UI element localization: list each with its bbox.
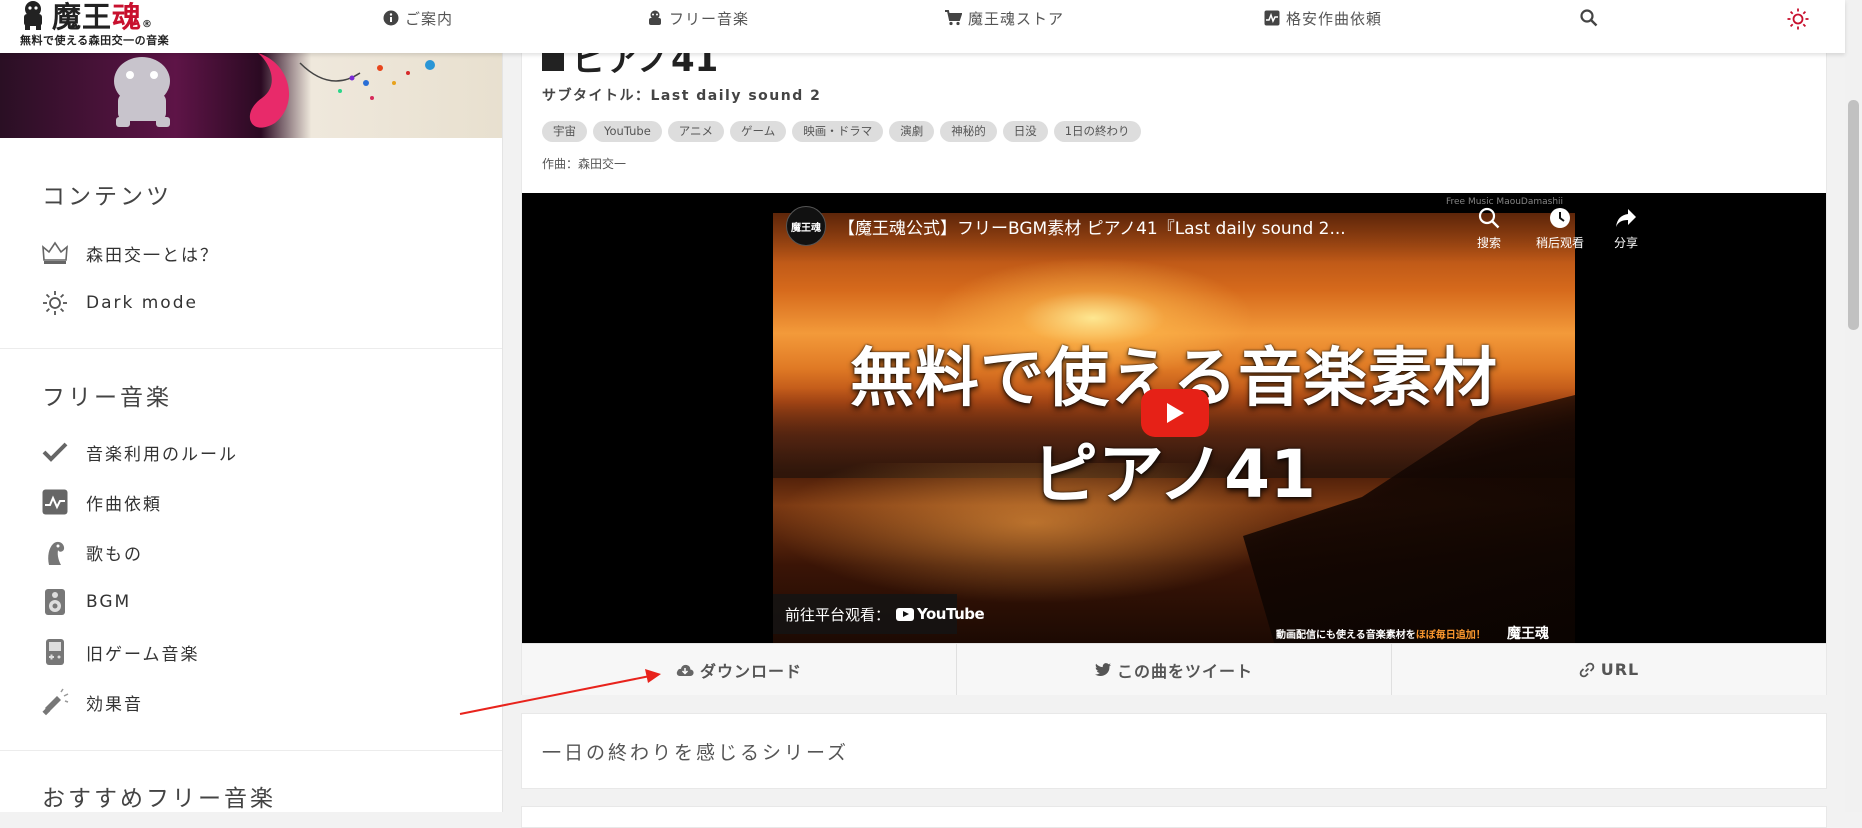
- sidebar-item-label: 旧ゲーム音楽: [86, 644, 200, 665]
- sidebar-item-label: 森田交一とは？: [86, 245, 219, 266]
- sidebar-item-usage-rules[interactable]: 音楽利用のルール: [40, 438, 238, 466]
- youtube-logo: YouTube: [896, 605, 985, 623]
- tag-list: 宇宙 YouTube アニメ ゲーム 映画・ドラマ 演劇 神秘的 日没 1日の終…: [542, 121, 1141, 142]
- sidebar-item-composition-request[interactable]: 作曲依頼: [40, 488, 162, 516]
- waveform-icon: [40, 488, 70, 516]
- nav-item-guide[interactable]: ご案内: [383, 8, 453, 28]
- sidebar-item-vocal-songs[interactable]: 歌もの: [40, 538, 143, 566]
- search-icon[interactable]: [1580, 9, 1598, 27]
- singer-icon: [40, 538, 70, 566]
- logo-character-icon: [24, 1, 42, 30]
- hero-illustration: [114, 53, 435, 128]
- sidebar-item-bgm[interactable]: BGM: [40, 588, 131, 616]
- video-watermark: Free Music MaouDamashii: [1446, 197, 1564, 207]
- video-watch-later-button[interactable]: 稍后观看: [1530, 207, 1590, 251]
- nav-item-label: フリー音楽: [669, 9, 750, 28]
- speaker-icon: [40, 588, 70, 616]
- sidebar-item-label: 効果音: [86, 694, 143, 715]
- twitter-icon: [1094, 662, 1111, 676]
- nav-item-free-music[interactable]: フリー音楽: [647, 8, 749, 28]
- logo-subtitle: 無料で使える森田交一の音楽: [20, 34, 170, 47]
- waveform-icon: [1264, 10, 1280, 26]
- sidebar-section-title-free-music: フリー音楽: [42, 385, 172, 411]
- sidebar-divider: [0, 750, 502, 751]
- channel-avatar[interactable]: 魔王魂: [786, 206, 826, 246]
- tag[interactable]: 演劇: [889, 121, 935, 142]
- megaphone-icon: [40, 688, 70, 716]
- composer-credit: 作曲：森田交一: [542, 157, 627, 171]
- sidebar-item-label: Dark mode: [86, 293, 198, 313]
- robot-icon: [649, 10, 661, 25]
- page-scrollbar-thumb[interactable]: [1848, 100, 1859, 330]
- thumbnail-brand: 魔王魂: [1507, 626, 1549, 642]
- sidebar-item-label: 音楽利用のルール: [86, 444, 238, 465]
- video-share-button[interactable]: 分享: [1596, 207, 1656, 251]
- copy-url-button[interactable]: URL: [1392, 644, 1826, 695]
- nav-item-label: 魔王魂ストア: [968, 9, 1065, 28]
- tweet-label: この曲をツイート: [1116, 661, 1253, 681]
- logo-title: 魔王魂®: [52, 0, 154, 34]
- nav-item-store[interactable]: 魔王魂ストア: [945, 8, 1064, 28]
- tag[interactable]: 宇宙: [542, 121, 587, 142]
- watch-on-label: 前往平台观看：: [785, 605, 891, 624]
- sidebar-item-label: BGM: [86, 592, 132, 612]
- url-label: URL: [1600, 660, 1640, 679]
- video-search-button[interactable]: 搜索: [1459, 207, 1519, 251]
- download-button[interactable]: ダウンロード: [522, 644, 957, 695]
- youtube-embed[interactable]: 無料で使える音楽素材 ピアノ41 Free Music MaouDamashii…: [522, 193, 1826, 643]
- sidebar-hero-image: [0, 53, 502, 138]
- sidebar-item-old-game-music[interactable]: 旧ゲーム音楽: [40, 638, 200, 666]
- sun-icon[interactable]: [1787, 8, 1809, 30]
- piano-icon: [542, 52, 564, 71]
- cart-icon: [945, 10, 962, 26]
- check-icon: [40, 438, 70, 466]
- gameboy-icon: [40, 638, 70, 666]
- song-actions-bar: ダウンロード この曲をツイート URL: [522, 643, 1826, 695]
- song-subtitle: サブタイトル：Last daily sound 2: [542, 88, 822, 104]
- series-card[interactable]: 一日の終わりを感じるシリーズ: [521, 713, 1827, 789]
- top-navigation-bar: 魔王魂® 無料で使える森田交一の音楽 ご案内 フリー音楽 魔王魂ストア 格安作曲…: [0, 0, 1845, 53]
- tag[interactable]: ゲーム: [730, 121, 787, 142]
- sidebar-divider: [0, 348, 502, 349]
- sidebar-item-label: 作曲依頼: [86, 494, 162, 515]
- tag[interactable]: YouTube: [593, 121, 662, 142]
- clock-icon: [1550, 208, 1570, 228]
- nav-item-label: 格安作曲依頼: [1286, 9, 1383, 28]
- tweet-button[interactable]: この曲をツイート: [957, 644, 1392, 695]
- tag[interactable]: 神秘的: [940, 121, 997, 142]
- sidebar-item-label: 歌もの: [86, 544, 143, 565]
- sidebar: コンテンツ 森田交一とは？ Dark mode フリー音楽 音楽利用のルール 作…: [0, 53, 503, 812]
- nav-item-composition-request[interactable]: 格安作曲依頼: [1264, 8, 1382, 28]
- tag[interactable]: 映画・ドラマ: [792, 121, 884, 142]
- info-icon: [383, 10, 399, 26]
- video-action-label: 分享: [1613, 236, 1638, 250]
- share-icon: [1616, 209, 1636, 227]
- sun-icon: [40, 289, 70, 317]
- sidebar-item-sound-effects[interactable]: 効果音: [40, 688, 143, 716]
- tag[interactable]: 1日の終わり: [1053, 121, 1141, 142]
- video-action-label: 搜索: [1476, 236, 1501, 250]
- link-icon: [1579, 662, 1595, 677]
- download-label: ダウンロード: [699, 661, 802, 681]
- video-action-label: 稍后观看: [1535, 236, 1584, 250]
- next-card: [521, 806, 1827, 828]
- nav-item-label: ご案内: [405, 9, 454, 28]
- tag[interactable]: 日没: [1002, 121, 1048, 142]
- video-title[interactable]: 【魔王魂公式】フリーBGM素材 ピアノ41『Last daily sound 2…: [838, 214, 1358, 239]
- crown-icon: [40, 239, 70, 267]
- sidebar-item-about[interactable]: 森田交一とは？: [40, 239, 219, 267]
- cloud-download-icon: [676, 664, 694, 676]
- play-button[interactable]: [1141, 389, 1209, 437]
- sidebar-section-title-recommended: おすすめフリー音楽: [42, 786, 276, 812]
- play-icon: [1167, 403, 1184, 423]
- watch-on-youtube-button[interactable]: 前往平台观看： YouTube: [773, 594, 985, 634]
- song-detail-card: ピアノ41 サブタイトル：Last daily sound 2 宇宙 YouTu…: [521, 40, 1827, 695]
- search-icon: [1478, 207, 1500, 229]
- sidebar-item-dark-mode[interactable]: Dark mode: [40, 289, 198, 317]
- tag[interactable]: アニメ: [667, 121, 725, 142]
- thumbnail-promo-text: 動画配信にも使える音楽素材をほぼ毎日追加！: [1276, 630, 1486, 641]
- series-label: 一日の終わりを感じるシリーズ: [542, 742, 850, 764]
- sidebar-section-title-contents: コンテンツ: [42, 184, 172, 210]
